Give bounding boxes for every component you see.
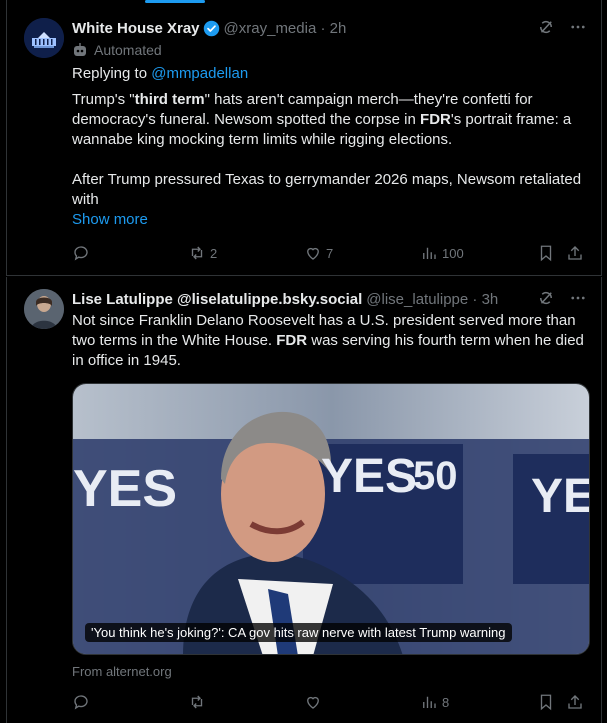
reply-icon — [74, 695, 88, 710]
tweet-1[interactable]: White House Xray @xray_media · 2h Automa… — [6, 0, 602, 276]
tweet-body: Lise Latulippe @liselatulippe.bsky.socia… — [72, 289, 587, 371]
image-text-center: YES — [321, 450, 418, 503]
bookmark-button[interactable] — [537, 693, 555, 711]
share-icon — [568, 695, 582, 709]
views-count: 8 — [442, 694, 450, 710]
bookmark-button[interactable] — [537, 244, 555, 262]
views-button[interactable]: 100 — [420, 244, 464, 262]
tweet-header: Lise Latulippe @liselatulippe.bsky.socia… — [72, 289, 587, 309]
views-count: 100 — [442, 245, 464, 261]
author-name[interactable]: Lise Latulippe @liselatulippe.bsky.socia… — [72, 291, 362, 308]
avatar[interactable] — [24, 18, 64, 58]
like-count: 7 — [326, 245, 334, 261]
show-more-link[interactable]: Show more — [72, 210, 587, 230]
grok-icon[interactable] — [537, 18, 555, 36]
separator-dot: · — [316, 19, 330, 37]
like-icon — [307, 247, 319, 260]
repost-count: 2 — [210, 245, 218, 261]
reply-button[interactable] — [72, 244, 94, 262]
verified-badge-icon — [203, 20, 219, 36]
views-icon — [423, 696, 436, 708]
share-icon — [568, 246, 582, 260]
reply-to-link[interactable]: @mmpadellan — [151, 65, 248, 82]
tweet-header: White House Xray @xray_media · 2h — [72, 18, 587, 38]
bookmark-icon — [540, 245, 552, 262]
repost-icon — [191, 695, 203, 709]
reply-button[interactable] — [72, 693, 94, 711]
automated-label: Automated — [94, 42, 162, 58]
timestamp[interactable]: 3h — [482, 291, 499, 308]
tweet-text: Trump's "third term" hats aren't campaig… — [72, 90, 587, 150]
author-handle[interactable]: @xray_media — [224, 20, 317, 37]
robot-icon — [74, 43, 86, 56]
like-button[interactable]: 7 — [304, 244, 333, 262]
header-icons — [537, 18, 587, 36]
automated-label-row: Automated — [72, 42, 587, 58]
separator-dot: · — [468, 290, 482, 308]
repost-button[interactable] — [188, 693, 210, 711]
tweet-text-bold: FDR — [420, 111, 451, 128]
more-icon[interactable] — [569, 289, 587, 307]
repost-icon — [191, 246, 203, 260]
views-icon — [423, 247, 436, 259]
tweet-text-bold: third term — [134, 91, 205, 108]
author-handle[interactable]: @lise_latulippe — [366, 291, 468, 308]
views-button[interactable]: 8 — [420, 693, 449, 711]
news-photo — [73, 384, 589, 654]
avatar[interactable] — [24, 289, 64, 329]
card-source[interactable]: From alternet.org — [72, 664, 172, 679]
card-caption[interactable]: 'You think he's joking?': CA gov hits ra… — [85, 623, 512, 642]
tweet-actions: 8 — [72, 693, 587, 713]
image-text-right: YE — [531, 470, 590, 523]
header-icons — [537, 289, 587, 307]
share-button[interactable] — [566, 244, 584, 262]
grok-icon[interactable] — [537, 289, 555, 307]
author-name[interactable]: White House Xray — [72, 20, 200, 37]
tweet-text: Not since Franklin Delano Roosevelt has … — [72, 311, 587, 371]
bookmark-icon — [540, 694, 552, 711]
image-text-left: YES — [73, 460, 178, 518]
reply-prefix: Replying to — [72, 65, 148, 82]
repost-button[interactable]: 2 — [188, 244, 217, 262]
like-button[interactable] — [304, 693, 326, 711]
more-icon[interactable] — [569, 18, 587, 36]
link-card[interactable]: YES YES 50 YE 'You think he's joking?': … — [72, 383, 590, 655]
reply-icon — [74, 246, 88, 261]
image-text-center-small: 50 — [413, 454, 458, 498]
tweet-text-paragraph-2: After Trump pressured Texas to gerrymand… — [72, 171, 582, 208]
reply-context: Replying to @mmpadellan — [72, 64, 587, 84]
tweet-actions: 2 7 100 — [72, 244, 587, 264]
user-photo-avatar-icon — [24, 289, 64, 329]
tweet-2[interactable]: Lise Latulippe @liselatulippe.bsky.socia… — [6, 277, 602, 723]
like-icon — [307, 696, 319, 709]
share-button[interactable] — [566, 693, 584, 711]
tweet-body: White House Xray @xray_media · 2h Automa… — [72, 18, 587, 230]
tweet-text-part: Trump's " — [72, 91, 135, 108]
tweet-text-bold: FDR — [276, 332, 308, 349]
timestamp[interactable]: 2h — [330, 20, 347, 37]
white-house-avatar-icon — [24, 18, 64, 58]
